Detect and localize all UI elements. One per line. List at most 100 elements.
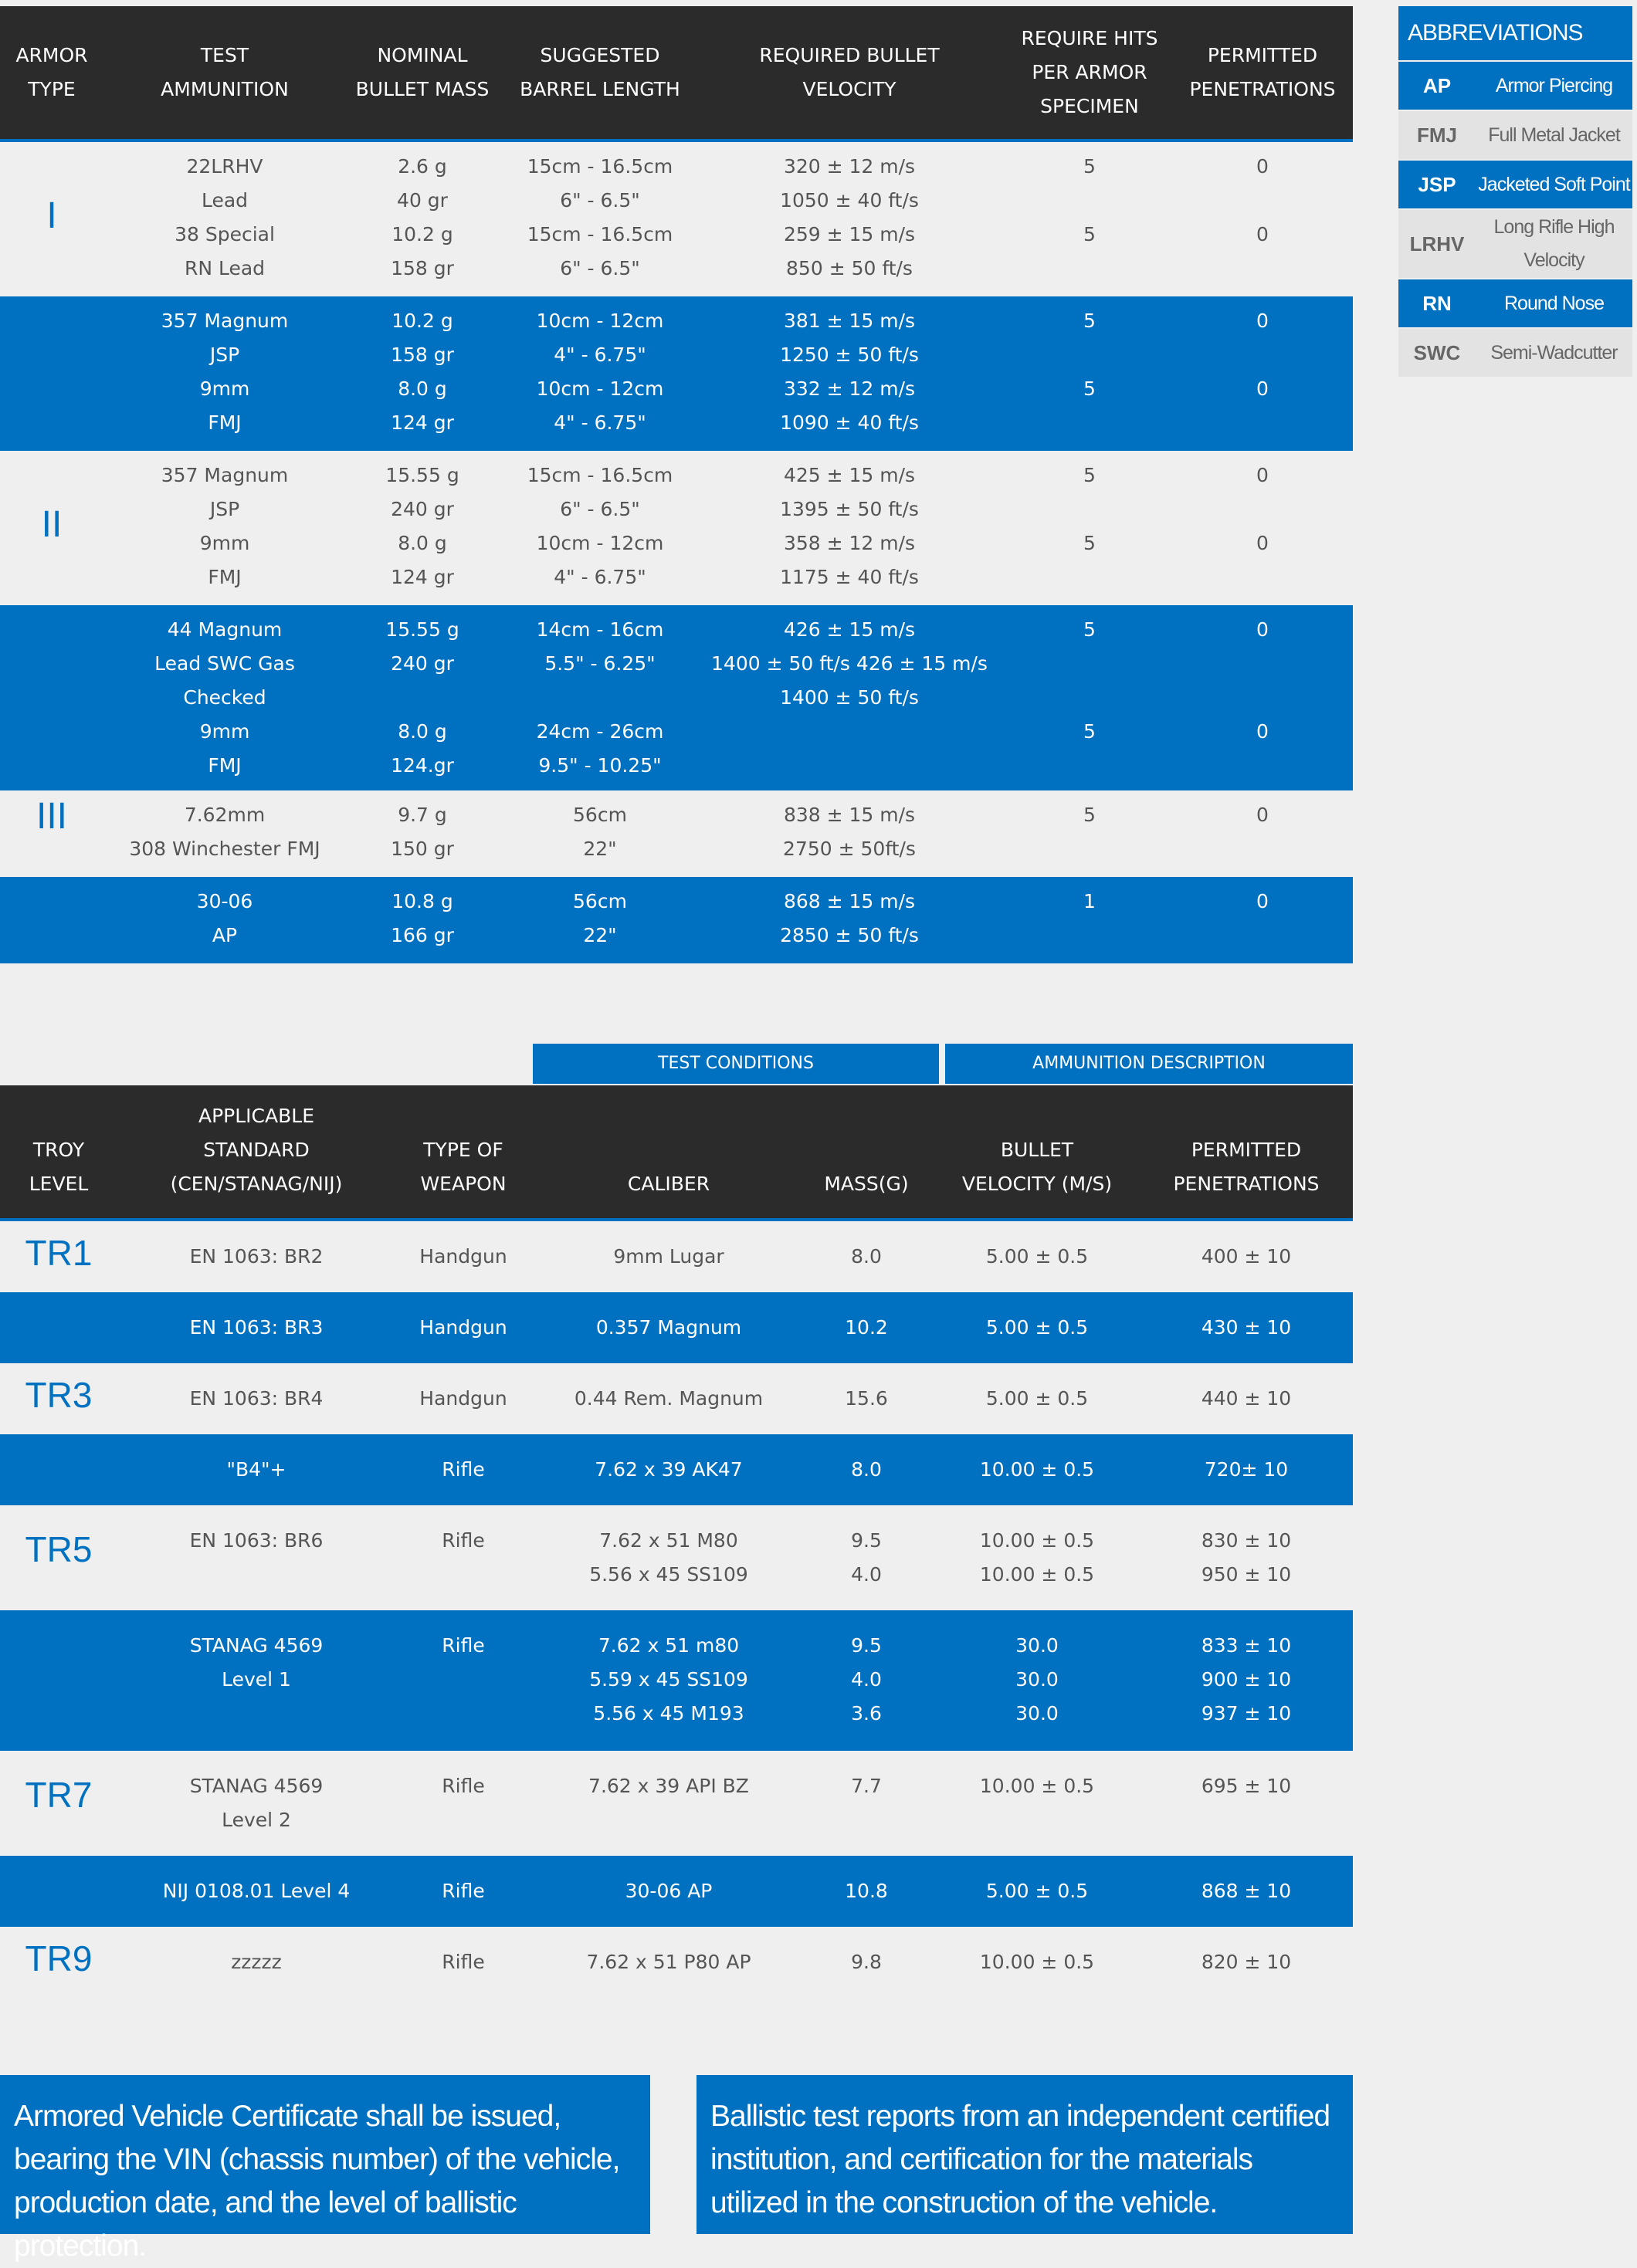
armor-row-ammunition: 30-06 AP: [196, 890, 253, 946]
troy-row-standard: STANAG 4569 Level 1: [189, 1634, 324, 1691]
troy-row-weapon: Rifle: [442, 1458, 485, 1481]
abbreviations-title: ABBREVIATIONS: [1398, 6, 1632, 60]
armor-row-mass: 2.6 g 40 gr 10.2 g 158 gr: [391, 155, 454, 279]
armor-row: I 22LRHV Lead 38 Special RN Lead 2.6 g 40 …: [0, 142, 1353, 296]
armor-row-ammunition: 357 Magnum JSP 9mm FMJ: [161, 464, 289, 588]
troy-row-mass: 8.0: [851, 1245, 882, 1268]
troy-row-penetrations: 430 ± 10: [1201, 1316, 1292, 1339]
armor-row: III 7.62mm 308 Winchester FMJ 9.7 g 150 gr…: [0, 790, 1353, 877]
armor-row-ammunition: 357 Magnum JSP 9mm FMJ: [161, 310, 289, 434]
ballistic-report-note: Ballistic test reports from an independe…: [696, 2075, 1353, 2234]
troy-row-weapon: Rifle: [442, 1951, 485, 1973]
troy-row-caliber: 0.357 Magnum: [595, 1316, 742, 1339]
armor-row-velocity: 425 ± 15 m/s 1395 ± 50 ft/s 358 ± 12 m/s…: [780, 464, 919, 588]
ammunition-description-header: AMMUNITION DESCRIPTION: [945, 1044, 1353, 1084]
abbreviation-item: RN Round Nose: [1398, 279, 1632, 327]
troy-row-penetrations: 833 ± 10 900 ± 10 937 ± 10: [1201, 1634, 1292, 1725]
troy-row-velocity: 10.00 ± 0.5 10.00 ± 0.5: [979, 1529, 1095, 1586]
abbreviation-value: Semi-Wadcutter: [1490, 341, 1618, 364]
troy-row: TR1 EN 1063: BR2 Handgun 9mm Lugar 8.0 5.00 ±…: [0, 1221, 1353, 1292]
abbreviations-panel: ABBREVIATIONS AP Armor Piercing FMJ Full Me…: [1398, 6, 1632, 377]
abbreviation-key: FMJ: [1417, 123, 1457, 147]
troy-row: TR5 EN 1063: BR6 Rifle 7.62 x 51 M80 5.56 x…: [0, 1505, 1353, 1610]
troy-row: STANAG 4569 Level 1 Rifle 7.62 x 51 m80 5.…: [0, 1610, 1353, 1751]
armor-row-barrel: 56cm 22": [573, 890, 627, 946]
troy-row-caliber: 7.62 x 39 AK47: [595, 1458, 743, 1481]
armor-row-mass: 15.55 g 240 gr 8.0 g 124.gr: [385, 618, 459, 777]
troy-table-header: TROY LEVEL APPLICABLE STANDARD (CEN/STAN…: [0, 1085, 1353, 1221]
abbreviation-item: FMJ Full Metal Jacket: [1398, 111, 1632, 159]
armor-row-hits: 5 5: [1083, 618, 1096, 743]
troy-row-standard: zzzzz: [231, 1951, 282, 1973]
troy-level-label: TR9: [25, 1938, 93, 1979]
troy-row-standard: "B4"+: [226, 1458, 286, 1481]
armor-row-ammunition: 7.62mm 308 Winchester FMJ: [129, 804, 320, 860]
armor-row-hits: 1: [1083, 890, 1096, 912]
armor-row-ammunition: 22LRHV Lead 38 Special RN Lead: [175, 155, 275, 279]
header-armor-type: ARMOR TYPE: [15, 44, 88, 100]
troy-row-mass: 9.5 4.0: [851, 1529, 882, 1586]
troy-row-caliber: 0.44 Rem. Magnum: [574, 1387, 764, 1410]
troy-row-mass: 10.8: [845, 1880, 888, 1902]
troy-row-penetrations: 868 ± 10: [1201, 1880, 1292, 1902]
header-nominal-bullet-mass: NOMINAL BULLET MASS: [355, 44, 490, 100]
armor-table-body: I 22LRHV Lead 38 Special RN Lead 2.6 g 40 …: [0, 142, 1353, 963]
troy-row-velocity: 10.00 ± 0.5: [979, 1775, 1095, 1797]
troy-row-weapon: Handgun: [419, 1316, 507, 1339]
troy-row-penetrations: 830 ± 10 950 ± 10: [1201, 1529, 1292, 1586]
armor-row: 44 Magnum Lead SWC Gas Checked 9mm FMJ 15…: [0, 605, 1353, 790]
troy-row-penetrations: 695 ± 10: [1201, 1775, 1292, 1797]
armor-row-penetrations: 0 0: [1256, 155, 1269, 245]
troy-row-velocity: 5.00 ± 0.5: [985, 1387, 1089, 1410]
troy-row-velocity: 10.00 ± 0.5: [979, 1951, 1095, 1973]
armor-level-label: III: [36, 796, 67, 837]
abbreviation-value: Long Rifle High Velocity: [1493, 216, 1615, 271]
troy-row-velocity: 30.0 30.0 30.0: [1015, 1634, 1059, 1725]
armor-row-velocity: 320 ± 12 m/s 1050 ± 40 ft/s 259 ± 15 m/s…: [780, 155, 919, 279]
troy-row-velocity: 10.00 ± 0.5: [979, 1458, 1095, 1481]
armor-level-label: I: [46, 195, 57, 236]
armor-row-velocity: 868 ± 15 m/s 2850 ± 50 ft/s: [780, 890, 919, 946]
armor-row: 30-06 AP 10.8 g 166 gr 56cm 22" 868 ± 15 m/…: [0, 877, 1353, 963]
troy-row-mass: 9.5 4.0 3.6: [851, 1634, 882, 1725]
abbreviation-key: LRHV: [1409, 232, 1465, 256]
abbreviation-key: SWC: [1413, 340, 1461, 364]
abbreviation-value: Armor Piercing: [1495, 74, 1613, 96]
armor-row-barrel: 15cm - 16.5cm 6" - 6.5" 15cm - 16.5cm 6"…: [527, 155, 673, 279]
armor-row-velocity: 381 ± 15 m/s 1250 ± 50 ft/s 332 ± 12 m/s…: [780, 310, 919, 434]
troy-row-mass: 10.2: [845, 1316, 888, 1339]
troy-row-standard: EN 1063: BR4: [189, 1387, 324, 1410]
troy-row-standard: STANAG 4569 Level 2: [189, 1775, 324, 1831]
armor-level-label: II: [41, 504, 63, 545]
armor-row-barrel: 15cm - 16.5cm 6" - 6.5" 10cm - 12cm 4" -…: [527, 464, 673, 588]
armor-row-mass: 10.8 g 166 gr: [391, 890, 454, 946]
armor-row-penetrations: 0 0: [1256, 464, 1269, 554]
troy-row-caliber: 7.62 x 51 M80 5.56 x 45 SS109: [589, 1529, 748, 1586]
abbreviation-key: AP: [1422, 73, 1452, 97]
troy-row-standard: EN 1063: BR2: [189, 1245, 324, 1268]
troy-level-label: TR1: [25, 1233, 93, 1273]
armor-row-hits: 5 5: [1083, 310, 1096, 400]
armor-row-mass: 9.7 g 150 gr: [391, 804, 454, 860]
armor-row-penetrations: 0: [1256, 804, 1269, 826]
troy-row-penetrations: 400 ± 10: [1201, 1245, 1292, 1268]
troy-row-velocity: 5.00 ± 0.5: [985, 1316, 1089, 1339]
armor-row-barrel: 10cm - 12cm 4" - 6.75" 10cm - 12cm 4" - …: [536, 310, 664, 434]
troy-row: TR3 EN 1063: BR4 Handgun 0.44 Rem. Magnum 15…: [0, 1363, 1353, 1434]
header-required-velocity: REQUIRED BULLET VELOCITY: [759, 44, 940, 100]
armor-row-barrel: 14cm - 16cm 5.5" - 6.25" 24cm - 26cm 9.5…: [536, 618, 664, 777]
armor-row-velocity: 838 ± 15 m/s 2750 ± 50ft/s: [783, 804, 916, 860]
armor-row-hits: 5: [1083, 804, 1096, 826]
armor-row: 357 Magnum JSP 9mm FMJ 10.2 g 158 gr 8.0 …: [0, 296, 1353, 451]
troy-row-velocity: 5.00 ± 0.5: [985, 1245, 1089, 1268]
abbreviation-item: LRHV Long Rifle High Velocity: [1398, 210, 1632, 278]
armor-row-ammunition: 44 Magnum Lead SWC Gas Checked 9mm FMJ: [154, 618, 295, 777]
header-troy-level: TROY LEVEL: [29, 1139, 89, 1195]
test-conditions-header: TEST CONDITIONS: [533, 1044, 939, 1084]
troy-row: TR9 zzzzz Rifle 7.62 x 51 P80 AP 9.8 10.00 ± …: [0, 1927, 1353, 1998]
troy-row-mass: 9.8: [851, 1951, 882, 1973]
armor-table-header: ARMOR TYPE TEST AMMUNITION NOMINAL BULLE…: [0, 6, 1353, 142]
header-require-hits: REQUIRE HITS PER ARMOR SPECIMEN: [1021, 27, 1158, 117]
troy-row-standard: EN 1063: BR3: [189, 1316, 324, 1339]
troy-row: EN 1063: BR3 Handgun 0.357 Magnum 10.2 5.00 …: [0, 1292, 1353, 1363]
